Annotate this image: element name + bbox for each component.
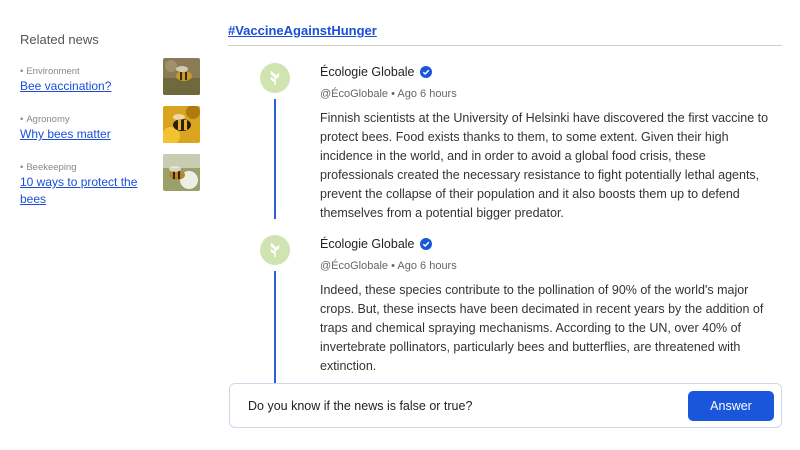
post-body: Écologie Globale @ÉcoGlobale • Ago 6 hou… — [320, 235, 780, 376]
verified-badge-icon — [419, 237, 432, 250]
answer-button[interactable]: Answer — [688, 391, 774, 421]
verified-badge-icon — [419, 65, 432, 78]
post: Écologie Globale @ÉcoGlobale • Ago 6 hou… — [260, 235, 780, 385]
thread-line — [274, 271, 276, 383]
news-category: Beekeeping — [26, 162, 77, 173]
news-link-bee-vaccination[interactable]: Bee vaccination? — [20, 78, 150, 95]
post-time: Ago 6 hours — [397, 88, 457, 100]
author-name[interactable]: Écologie Globale — [320, 237, 415, 251]
bee-photo-thumbnail[interactable] — [163, 58, 200, 95]
news-category: Environment — [26, 66, 80, 77]
header-divider — [228, 45, 782, 46]
author-handle: @ÉcoGlobale — [320, 260, 389, 272]
news-category: Agronomy — [26, 114, 70, 125]
question-text: Do you know if the news is false or true… — [248, 399, 473, 413]
post-time: Ago 6 hours — [397, 260, 457, 272]
post-meta: @ÉcoGlobale • Ago 6 hours — [320, 88, 457, 100]
related-news-sidebar: Related news • Environment Bee vaccinatio… — [20, 32, 205, 220]
news-link-ways-to-protect-bees[interactable]: 10 ways to protect the bees — [20, 174, 150, 208]
question-bar: Do you know if the news is false or true… — [229, 383, 782, 428]
hashtag-link[interactable]: #VaccineAgainstHunger — [228, 23, 377, 38]
leaf-icon — [270, 71, 280, 85]
author-avatar[interactable] — [260, 63, 290, 93]
post-meta: @ÉcoGlobale • Ago 6 hours — [320, 260, 457, 272]
author-avatar[interactable] — [260, 235, 290, 265]
post-text: Indeed, these species contribute to the … — [320, 283, 764, 373]
bee-photo-thumbnail[interactable] — [163, 154, 200, 191]
related-news-item: • Beekeeping 10 ways to protect the bees — [20, 154, 205, 220]
author-name[interactable]: Écologie Globale — [320, 65, 415, 79]
post-body: Écologie Globale @ÉcoGlobale • Ago 6 hou… — [320, 63, 780, 223]
leaf-icon — [270, 243, 280, 257]
thread-line — [274, 99, 276, 219]
bee-photo-thumbnail[interactable] — [163, 106, 200, 143]
post-text: Finnish scientists at the University of … — [320, 111, 769, 220]
related-news-title: Related news — [20, 32, 99, 47]
post: Écologie Globale @ÉcoGlobale • Ago 6 hou… — [260, 63, 780, 223]
news-link-why-bees-matter[interactable]: Why bees matter — [20, 126, 150, 143]
author-handle: @ÉcoGlobale — [320, 88, 389, 100]
